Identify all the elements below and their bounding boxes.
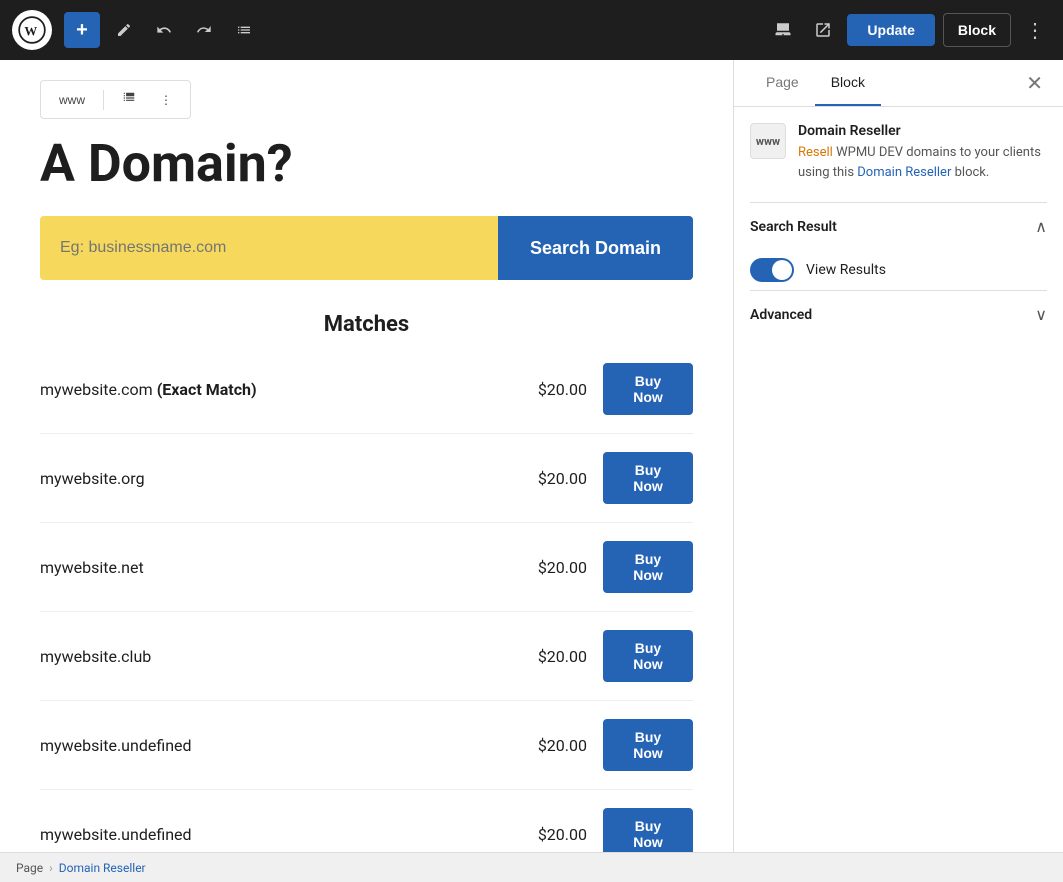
tab-page[interactable]: Page	[750, 60, 815, 106]
domain-name: mywebsite.com (Exact Match)	[40, 380, 507, 399]
add-block-button[interactable]: +	[64, 12, 100, 48]
redo-button[interactable]	[188, 14, 220, 46]
search-result-label: Search Result	[750, 219, 837, 235]
view-results-row: View Results	[750, 250, 1047, 290]
block-icon: www	[750, 123, 786, 159]
wp-logo[interactable]: W	[12, 10, 52, 50]
more-options-button[interactable]: ⋮	[1019, 14, 1051, 46]
advanced-label: Advanced	[750, 307, 812, 323]
breadcrumb-separator: ›	[49, 861, 53, 875]
advanced-section[interactable]: Advanced ∨	[750, 290, 1047, 338]
buy-now-button[interactable]: Buy Now	[603, 363, 693, 415]
view-results-toggle[interactable]	[750, 258, 794, 282]
sidebar-tabs: Page Block ✕	[734, 60, 1063, 107]
toolbar-divider	[103, 90, 104, 110]
buy-now-button[interactable]: Buy Now	[603, 808, 693, 852]
block-www-button[interactable]: www	[49, 87, 95, 113]
domain-name: mywebsite.org	[40, 469, 507, 488]
svg-text:W: W	[24, 24, 37, 38]
block-info-title: Domain Reseller	[798, 123, 1047, 139]
sidebar: Page Block ✕ www Domain Reseller Resell …	[733, 60, 1063, 852]
search-domain-button[interactable]: Search Domain	[498, 216, 693, 280]
chevron-up-icon: ∧	[1035, 217, 1047, 236]
edit-icon-button[interactable]	[108, 14, 140, 46]
block-layout-button[interactable]	[112, 85, 146, 114]
block-view-button[interactable]: Block	[943, 13, 1011, 47]
table-row: mywebsite.net $20.00 Buy Now	[40, 523, 693, 612]
view-results-label: View Results	[806, 262, 886, 278]
editor-area: www ⋮ A Domain? Search Domain Matches my…	[0, 60, 733, 852]
buy-now-button[interactable]: Buy Now	[603, 719, 693, 771]
domain-price: $20.00	[507, 380, 587, 399]
domain-name: mywebsite.club	[40, 647, 507, 666]
external-link-button[interactable]	[807, 14, 839, 46]
buy-now-button[interactable]: Buy Now	[603, 452, 693, 504]
tab-block[interactable]: Block	[815, 60, 881, 106]
editor-content: www ⋮ A Domain? Search Domain Matches my…	[0, 60, 733, 852]
breadcrumb-page: Page	[16, 861, 43, 875]
domain-list: mywebsite.com (Exact Match) $20.00 Buy N…	[40, 345, 693, 852]
sidebar-body: www Domain Reseller Resell WPMU DEV doma…	[734, 107, 1063, 852]
search-bar: Search Domain	[40, 216, 693, 280]
block-info: www Domain Reseller Resell WPMU DEV doma…	[750, 123, 1047, 182]
domain-price: $20.00	[507, 825, 587, 844]
block-menu-button[interactable]: ⋮	[150, 87, 182, 113]
block-info-text: Domain Reseller Resell WPMU DEV domains …	[798, 123, 1047, 182]
search-result-section[interactable]: Search Result ∧	[750, 202, 1047, 250]
block-info-description: Resell WPMU DEV domains to your clients …	[798, 143, 1047, 182]
document-overview-button[interactable]	[228, 14, 260, 46]
table-row: mywebsite.com (Exact Match) $20.00 Buy N…	[40, 345, 693, 434]
close-sidebar-button[interactable]: ✕	[1022, 60, 1047, 106]
update-button[interactable]: Update	[847, 14, 934, 46]
domain-price: $20.00	[507, 647, 587, 666]
domain-price: $20.00	[507, 469, 587, 488]
table-row: mywebsite.club $20.00 Buy Now	[40, 612, 693, 701]
matches-title: Matches	[40, 312, 693, 337]
main-layout: www ⋮ A Domain? Search Domain Matches my…	[0, 60, 1063, 852]
domain-name: mywebsite.undefined	[40, 825, 507, 844]
domain-search-input[interactable]	[40, 216, 498, 280]
main-toolbar: W + Update Block ⋮	[0, 0, 1063, 60]
buy-now-button[interactable]: Buy Now	[603, 630, 693, 682]
domain-price: $20.00	[507, 736, 587, 755]
table-row: mywebsite.undefined $20.00 Buy Now	[40, 790, 693, 852]
preview-device-button[interactable]	[767, 14, 799, 46]
block-icon-label: www	[756, 135, 780, 148]
breadcrumb-current: Domain Reseller	[59, 861, 146, 875]
domain-name: mywebsite.undefined	[40, 736, 507, 755]
buy-now-button[interactable]: Buy Now	[603, 541, 693, 593]
undo-button[interactable]	[148, 14, 180, 46]
table-row: mywebsite.org $20.00 Buy Now	[40, 434, 693, 523]
domain-price: $20.00	[507, 558, 587, 577]
breadcrumb: Page › Domain Reseller	[0, 852, 1063, 882]
chevron-down-icon: ∨	[1035, 305, 1047, 324]
table-row: mywebsite.undefined $20.00 Buy Now	[40, 701, 693, 790]
domain-name: mywebsite.net	[40, 558, 507, 577]
block-toolbar: www ⋮	[40, 80, 191, 119]
domain-heading: A Domain?	[40, 135, 693, 192]
